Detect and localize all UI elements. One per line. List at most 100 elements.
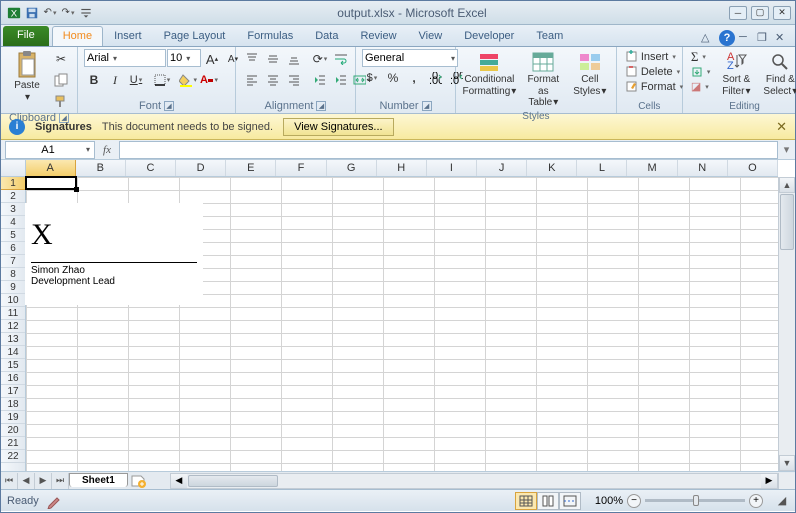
align-right-button[interactable] (284, 70, 304, 90)
row-header-16[interactable]: 16 (1, 372, 25, 385)
sheet-nav-first[interactable]: ⏮ (1, 473, 18, 489)
row-header-13[interactable]: 13 (1, 333, 25, 346)
column-header-I[interactable]: I (427, 160, 477, 176)
row-header-11[interactable]: 11 (1, 307, 25, 320)
vscroll-thumb[interactable] (780, 194, 794, 250)
tab-home[interactable]: Home (52, 26, 103, 46)
row-header-12[interactable]: 12 (1, 320, 25, 333)
vertical-scrollbar[interactable]: ▲ ▼ (778, 177, 795, 471)
qa-customize-icon[interactable] (78, 5, 94, 21)
font-color-button[interactable]: A▾ (199, 70, 219, 90)
number-format-combo[interactable]: General▾ (362, 49, 458, 67)
format-painter-button[interactable] (51, 91, 71, 111)
comma-style-button[interactable]: , (404, 68, 424, 88)
copy-button[interactable] (51, 70, 71, 90)
scroll-left-button[interactable]: ◀ (171, 474, 187, 488)
help-icon[interactable]: ? (719, 30, 735, 46)
row-header-6[interactable]: 6 (1, 242, 25, 255)
sheet-nav-next[interactable]: ▶ (35, 473, 52, 489)
fill-handle[interactable] (74, 187, 79, 192)
tab-team[interactable]: Team (525, 26, 574, 46)
align-center-button[interactable] (263, 70, 283, 90)
zoom-in-button[interactable]: + (749, 494, 763, 508)
fx-icon[interactable]: fx (95, 144, 119, 156)
decrease-indent-button[interactable] (310, 70, 330, 90)
column-header-E[interactable]: E (226, 160, 276, 176)
tab-file[interactable]: File (3, 26, 49, 46)
row-header-15[interactable]: 15 (1, 359, 25, 372)
tab-insert[interactable]: Insert (103, 26, 153, 46)
row-header-10[interactable]: 10 (1, 294, 25, 307)
align-left-button[interactable] (242, 70, 262, 90)
row-header-19[interactable]: 19 (1, 411, 25, 424)
tab-data[interactable]: Data (304, 26, 349, 46)
percent-button[interactable]: % (383, 68, 403, 88)
name-box[interactable]: A1▾ (5, 141, 95, 159)
sheet-nav-prev[interactable]: ◀ (18, 473, 35, 489)
format-as-table-button[interactable]: Formatas Table▾ (521, 49, 566, 110)
column-header-D[interactable]: D (176, 160, 226, 176)
row-header-18[interactable]: 18 (1, 398, 25, 411)
fill-button[interactable]: ▾ (689, 64, 713, 79)
zoom-out-button[interactable]: − (627, 494, 641, 508)
doc-min-icon[interactable]: ─ (739, 31, 753, 45)
align-bottom-button[interactable] (284, 49, 304, 69)
row-header-4[interactable]: 4 (1, 216, 25, 229)
font-size-combo[interactable]: 10▾ (167, 49, 201, 67)
tab-developer[interactable]: Developer (453, 26, 525, 46)
increase-font-button[interactable]: A▴ (202, 49, 222, 69)
increase-decimal-button[interactable]: .0.00 (425, 68, 445, 88)
paste-button[interactable]: Paste▾ (7, 49, 47, 105)
conditional-formatting-button[interactable]: ConditionalFormatting▾ (462, 49, 517, 99)
alignment-launcher[interactable]: ◢ (316, 101, 326, 111)
tab-view[interactable]: View (408, 26, 454, 46)
currency-button[interactable]: $▾ (362, 68, 382, 88)
cell-area[interactable]: X Simon Zhao Development Lead (26, 177, 778, 471)
number-launcher[interactable]: ◢ (422, 101, 432, 111)
name-box-dropdown-icon[interactable]: ▾ (86, 145, 90, 154)
doc-close-icon[interactable]: ✕ (775, 31, 789, 45)
find-select-button[interactable]: Find &Select▾ (760, 49, 796, 99)
format-cells-button[interactable]: Format▾ (623, 79, 685, 94)
increase-indent-button[interactable] (331, 70, 351, 90)
split-handle[interactable] (778, 473, 795, 489)
view-page-break-button[interactable] (559, 492, 581, 510)
insert-cells-button[interactable]: Insert▾ (623, 49, 685, 64)
row-header-21[interactable]: 21 (1, 437, 25, 450)
row-header-9[interactable]: 9 (1, 281, 25, 294)
row-header-3[interactable]: 3 (1, 203, 25, 216)
orientation-button[interactable]: ⟳▾ (310, 49, 330, 69)
signature-pen-icon[interactable] (47, 493, 63, 509)
tab-review[interactable]: Review (349, 26, 407, 46)
column-header-A[interactable]: A (26, 160, 76, 176)
scroll-down-button[interactable]: ▼ (779, 455, 795, 471)
msgbar-close-button[interactable]: ✕ (776, 119, 787, 135)
row-header-5[interactable]: 5 (1, 229, 25, 242)
cut-button[interactable]: ✂ (51, 49, 71, 69)
border-button[interactable]: ▾ (152, 70, 172, 90)
row-header-1[interactable]: 1 (1, 177, 25, 190)
column-header-O[interactable]: O (728, 160, 778, 176)
row-header-20[interactable]: 20 (1, 424, 25, 437)
clear-button[interactable]: ◪▾ (689, 79, 713, 94)
close-button[interactable]: ✕ (773, 6, 791, 20)
sheet-tab-sheet1[interactable]: Sheet1 (69, 473, 128, 487)
row-header-22[interactable]: 22 (1, 450, 25, 463)
wrap-text-button[interactable] (331, 49, 351, 69)
underline-button[interactable]: U▾ (126, 70, 146, 90)
row-header-8[interactable]: 8 (1, 268, 25, 281)
resize-grip[interactable]: ◢ (775, 494, 789, 507)
cell-styles-button[interactable]: CellStyles▾ (570, 49, 610, 99)
column-header-H[interactable]: H (377, 160, 427, 176)
formula-expand-icon[interactable]: ▾ (778, 143, 795, 156)
zoom-slider-thumb[interactable] (693, 495, 699, 506)
column-header-M[interactable]: M (627, 160, 677, 176)
qa-redo-icon[interactable]: ↷▾ (60, 5, 76, 21)
view-page-layout-button[interactable] (537, 492, 559, 510)
zoom-slider[interactable] (645, 499, 745, 502)
row-header-2[interactable]: 2 (1, 190, 25, 203)
row-header-17[interactable]: 17 (1, 385, 25, 398)
new-sheet-button[interactable] (130, 474, 150, 488)
delete-cells-button[interactable]: Delete▾ (623, 64, 685, 79)
minimize-ribbon-icon[interactable]: △ (701, 31, 715, 45)
